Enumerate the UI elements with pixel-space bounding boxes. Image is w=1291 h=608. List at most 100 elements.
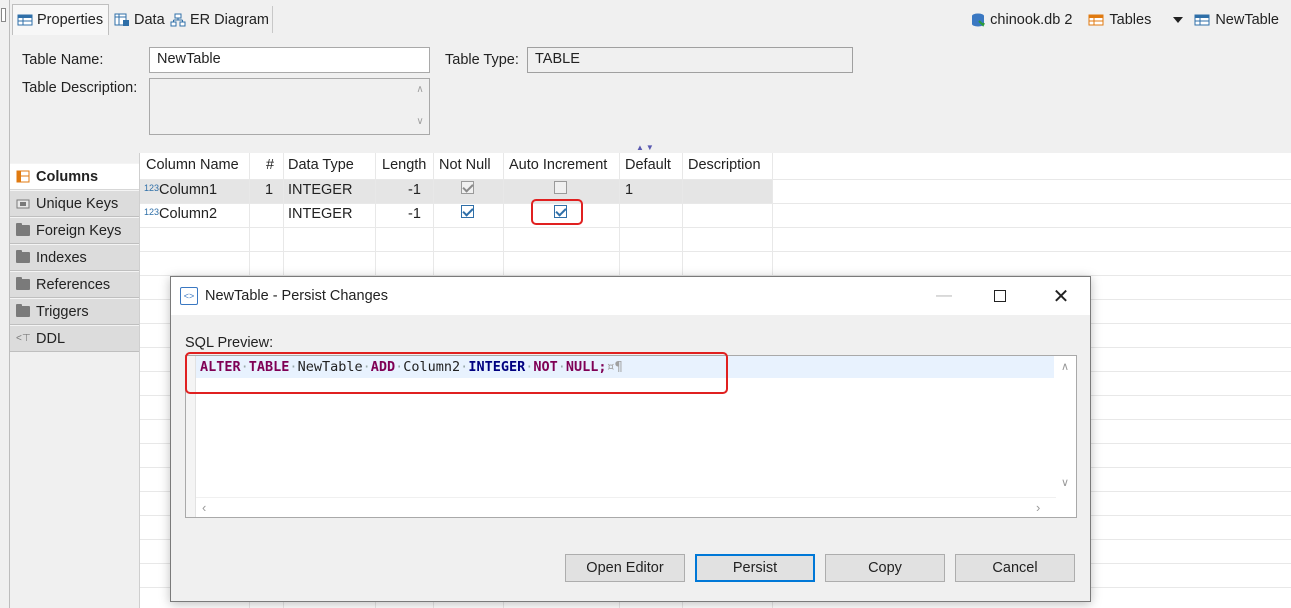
breadcrumb-folder[interactable]: Tables	[1088, 12, 1151, 28]
breadcrumb-db-label: chinook.db 2	[990, 11, 1073, 28]
table-description-textarea[interactable]: ∧ ∨	[149, 78, 430, 135]
cell-ordinal[interactable]: 1	[260, 179, 278, 203]
column-header-auto-increment[interactable]: Auto Increment	[503, 153, 613, 179]
sidebar-item-label: References	[36, 276, 111, 293]
chevron-down-icon[interactable]	[1173, 16, 1184, 23]
tab-label: Data	[134, 11, 165, 28]
table-name-input[interactable]: NewTable	[149, 47, 430, 73]
sidebar-item-label: Columns	[36, 168, 99, 185]
editor-tab-bar: Properties Data ER Diagram chinook.db 2 …	[10, 0, 1291, 38]
panel-marker	[1, 8, 6, 22]
table-icon	[17, 14, 33, 26]
sidebar-item-label: Foreign Keys	[36, 222, 122, 239]
cell-data-type[interactable]: INTEGER	[283, 203, 357, 227]
tab-er-diagram[interactable]: ER Diagram	[166, 4, 273, 35]
column-name-text: Column2	[159, 206, 218, 222]
cell-length[interactable]: -1	[403, 179, 426, 203]
scroll-right-icon[interactable]: ›	[1036, 500, 1040, 515]
column-name-text: Column1	[159, 182, 218, 198]
grid-row-divider	[140, 227, 1291, 228]
scroll-down-icon[interactable]: ∨	[1061, 476, 1069, 489]
breadcrumb-folder-label: Tables	[1109, 11, 1152, 28]
ddl-icon: <⊤	[16, 333, 31, 344]
er-diagram-icon	[170, 13, 186, 26]
breadcrumb-table[interactable]: NewTable	[1173, 12, 1279, 28]
persist-changes-dialog: <> NewTable - Persist Changes — ✕ SQL Pr…	[170, 276, 1091, 602]
not-null-checkbox[interactable]	[461, 181, 474, 194]
numeric-type-icon: 123	[144, 183, 160, 193]
maximize-icon[interactable]	[977, 277, 1023, 315]
column-header-data-type[interactable]: Data Type	[282, 153, 360, 179]
table-icon	[1194, 14, 1210, 25]
sql-editor-icon: <>	[180, 287, 198, 305]
sidebar-item-label: Unique Keys	[36, 195, 119, 212]
key-icon	[16, 199, 30, 208]
tables-folder-icon	[1088, 14, 1104, 25]
breadcrumb-db[interactable]: chinook.db 2	[971, 12, 1072, 28]
table-type-label: Table Type:	[445, 52, 519, 68]
sidebar-item-unique-keys[interactable]: Unique Keys	[10, 190, 139, 217]
column-header-name[interactable]: Column Name	[140, 153, 245, 179]
sidebar-item-ddl[interactable]: <⊤ DDL	[10, 325, 139, 352]
scroll-up-icon[interactable]: ∧	[415, 85, 425, 95]
columns-icon	[16, 170, 30, 183]
table-properties-form: Table Name: NewTable Table Type: TABLE T…	[10, 38, 1291, 153]
resize-handle-icon[interactable]: ▲▼	[636, 143, 656, 152]
cell-data-type[interactable]: INTEGER	[283, 179, 357, 203]
table-sections-nav: Columns Unique Keys Foreign Keys Indexes…	[10, 153, 140, 608]
editor-vertical-scrollbar[interactable]: ∧ ∨	[1056, 356, 1076, 496]
persist-button[interactable]: Persist	[695, 554, 815, 582]
cell-default[interactable]: 1	[620, 179, 638, 203]
grid-row-divider	[140, 251, 1291, 252]
column-header-length[interactable]: Length	[376, 153, 432, 179]
auto-increment-checkbox[interactable]	[554, 181, 567, 194]
folder-icon	[16, 223, 30, 236]
breadcrumb-table-label: NewTable	[1215, 11, 1279, 28]
cell-column-name[interactable]: 123Column1	[141, 179, 222, 203]
tab-label: ER Diagram	[190, 11, 269, 28]
left-panel-edge	[0, 0, 10, 608]
tab-data[interactable]: Data	[110, 4, 169, 35]
sidebar-item-label: Indexes	[36, 249, 87, 266]
editor-horizontal-scrollbar[interactable]: ‹ ›	[196, 497, 1056, 517]
sidebar-item-label: DDL	[36, 330, 66, 347]
minimize-icon[interactable]: —	[921, 277, 967, 315]
highlight-annotation	[185, 352, 728, 394]
data-grid-icon	[114, 13, 129, 26]
scroll-up-icon[interactable]: ∧	[1061, 360, 1069, 373]
tab-label: Properties	[37, 12, 104, 28]
dialog-title: NewTable - Persist Changes	[205, 288, 388, 304]
sidebar-item-label: Triggers	[36, 303, 89, 320]
folder-icon	[16, 277, 30, 290]
breadcrumb: chinook.db 2 Tables NewTable	[961, 4, 1279, 35]
sidebar-item-foreign-keys[interactable]: Foreign Keys	[10, 217, 139, 244]
sidebar-item-columns[interactable]: Columns	[10, 163, 139, 190]
numeric-type-icon: 123	[144, 207, 160, 217]
copy-button[interactable]: Copy	[825, 554, 945, 582]
column-header-description[interactable]: Description	[682, 153, 767, 179]
cell-length[interactable]: -1	[403, 203, 426, 227]
tab-properties[interactable]: Properties	[12, 4, 109, 35]
table-type-field: TABLE	[527, 47, 853, 73]
scroll-left-icon[interactable]: ‹	[202, 500, 206, 515]
database-icon	[972, 13, 986, 27]
column-header-not-null[interactable]: Not Null	[433, 153, 497, 179]
tab-separator	[272, 6, 273, 33]
table-description-label: Table Description:	[22, 80, 138, 96]
column-header-default[interactable]: Default	[619, 153, 677, 179]
cancel-button[interactable]: Cancel	[955, 554, 1075, 582]
scroll-down-icon[interactable]: ∨	[415, 117, 425, 127]
close-icon[interactable]: ✕	[1038, 277, 1084, 315]
column-header-ordinal[interactable]: #	[260, 153, 280, 179]
table-name-label: Table Name:	[22, 52, 104, 68]
not-null-checkbox[interactable]	[461, 205, 474, 218]
dialog-title-bar: <> NewTable - Persist Changes — ✕	[171, 277, 1090, 315]
open-editor-button[interactable]: Open Editor	[565, 554, 685, 582]
highlight-annotation	[531, 199, 583, 225]
sidebar-item-references[interactable]: References	[10, 271, 139, 298]
sidebar-item-indexes[interactable]: Indexes	[10, 244, 139, 271]
sidebar-item-triggers[interactable]: Triggers	[10, 298, 139, 325]
selected-row-highlight	[140, 179, 772, 203]
folder-icon	[16, 250, 30, 263]
cell-column-name[interactable]: 123Column2	[141, 203, 222, 227]
